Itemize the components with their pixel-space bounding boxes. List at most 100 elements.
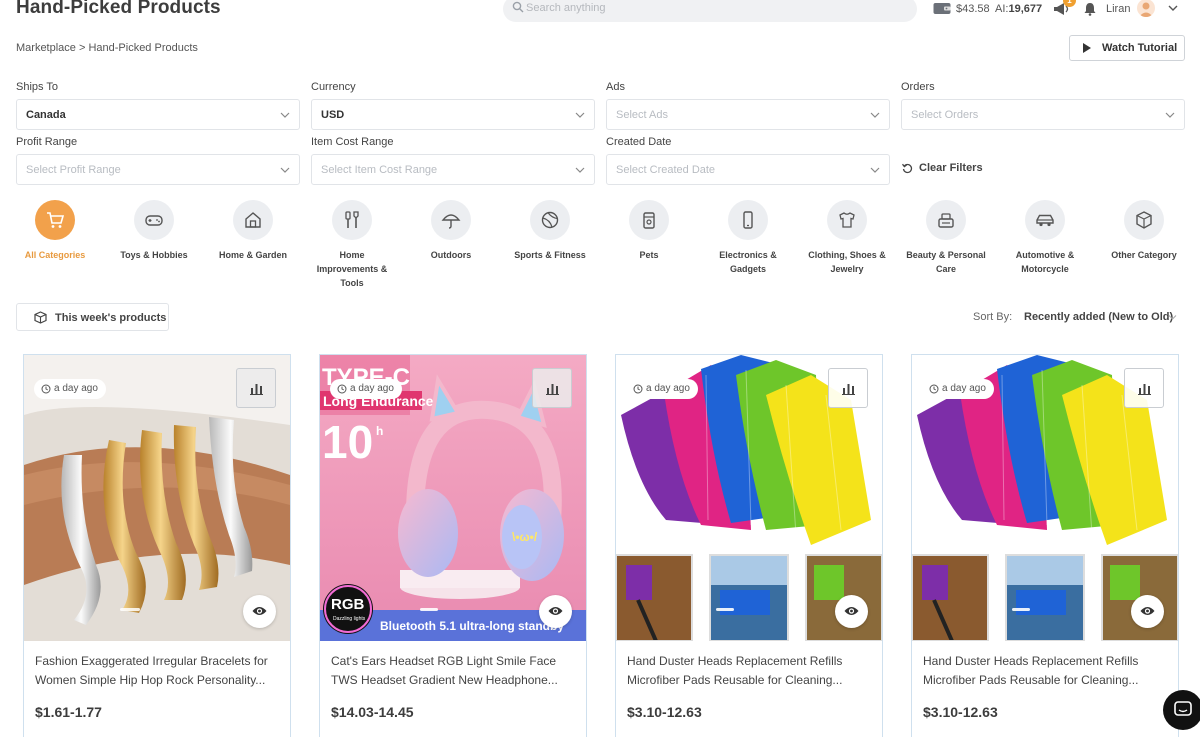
category-beauty-personal-care[interactable]: Beauty & Personal Care	[901, 200, 991, 276]
tools-icon	[345, 211, 359, 228]
time-label: a day ago	[350, 383, 394, 394]
stats-button[interactable]	[236, 368, 276, 408]
category-home-garden[interactable]: Home & Garden	[208, 200, 298, 262]
wallet-balance: $43.58	[956, 3, 990, 15]
avatar[interactable]	[1137, 0, 1155, 17]
play-icon	[1083, 43, 1091, 53]
category-label: Toys & Hobbies	[120, 250, 188, 260]
profit-range-select[interactable]: Select Profit Range	[16, 154, 300, 185]
product-title[interactable]: Hand Duster Heads Replacement Refills Mi…	[627, 652, 877, 690]
search-input[interactable]: Search anything	[503, 0, 917, 22]
product-title[interactable]: Cat's Ears Headset RGB Light Smile Face …	[331, 652, 581, 690]
bar-chart-icon	[250, 384, 263, 395]
category-toys-hobbies[interactable]: Toys & Hobbies	[109, 200, 199, 262]
time-badge: a day ago	[626, 379, 698, 399]
profit-range-placeholder: Select Profit Range	[26, 164, 121, 176]
this-weeks-products-button[interactable]: This week's products	[16, 303, 169, 331]
item-cost-range-label: Item Cost Range	[311, 136, 394, 148]
cart-icon	[47, 212, 65, 228]
watch-tutorial-label: Watch Tutorial	[1102, 42, 1178, 54]
time-badge: a day ago	[34, 379, 106, 399]
category-label: Clothing, Shoes & Jewelry	[808, 250, 886, 274]
chevron-down-icon	[870, 167, 880, 173]
view-button[interactable]	[243, 595, 276, 628]
ai-label: AI:	[995, 3, 1009, 15]
view-button[interactable]	[1131, 595, 1164, 628]
chat-button[interactable]	[1163, 690, 1200, 730]
top-header: Hand-Picked Products Search anything $43…	[0, 0, 1200, 22]
product-title[interactable]: Hand Duster Heads Replacement Refills Mi…	[923, 652, 1173, 690]
product-card[interactable]: a day ago Hand Duster Heads Replacement …	[615, 354, 883, 737]
created-date-label: Created Date	[606, 136, 672, 148]
category-pets[interactable]: Pets	[604, 200, 694, 262]
category-all[interactable]: All Categories	[10, 200, 100, 262]
wallet-icon[interactable]	[933, 2, 951, 15]
shirt-icon	[839, 212, 855, 228]
product-card[interactable]: a day ago Fashion Exaggerated Irregular …	[23, 354, 291, 737]
ads-select[interactable]: Select Ads	[606, 99, 890, 130]
username[interactable]: Liran	[1106, 3, 1130, 15]
product-card[interactable]: TYPE-C Long Endurance 10 h \•ω•/ RGB Daz…	[319, 354, 587, 737]
bar-chart-icon	[842, 384, 855, 395]
ai-credits: AI:19,677	[995, 3, 1042, 15]
product-card[interactable]: a day ago Hand Duster Heads Replacement …	[911, 354, 1179, 737]
orders-select[interactable]: Select Orders	[901, 99, 1185, 130]
product-title[interactable]: Fashion Exaggerated Irregular Bracelets …	[35, 652, 285, 690]
category-clothing-shoes-jewelry[interactable]: Clothing, Shoes & Jewelry	[802, 200, 892, 276]
category-sports-fitness[interactable]: Sports & Fitness	[505, 200, 595, 262]
phone-icon	[743, 211, 753, 229]
item-cost-range-placeholder: Select Item Cost Range	[321, 164, 438, 176]
umbrella-icon	[441, 214, 461, 229]
category-label: Home & Garden	[218, 250, 287, 260]
orders-placeholder: Select Orders	[911, 109, 979, 121]
ships-to-select[interactable]: Canada	[16, 99, 300, 130]
bell-icon[interactable]	[1083, 2, 1097, 16]
ships-to-label: Ships To	[16, 81, 58, 93]
item-cost-range-select[interactable]: Select Item Cost Range	[311, 154, 595, 185]
this-weeks-products-label: This week's products	[55, 312, 167, 324]
time-label: a day ago	[942, 383, 986, 394]
currency-select[interactable]: USD	[311, 99, 595, 130]
ads-placeholder: Select Ads	[616, 109, 668, 121]
category-home-improvements-tools[interactable]: Home Improvements & Tools	[307, 200, 397, 290]
sort-label: Sort By:	[973, 311, 1013, 323]
box-icon	[1136, 211, 1152, 229]
chat-icon	[1174, 701, 1192, 716]
sort-select[interactable]: Recently added (New to Old)	[1024, 311, 1173, 323]
pet-food-icon	[643, 212, 655, 229]
time-badge: a day ago	[330, 379, 402, 399]
ai-credits-value: 19,677	[1008, 3, 1043, 15]
time-label: a day ago	[646, 383, 690, 394]
view-button[interactable]	[835, 595, 868, 628]
category-outdoors[interactable]: Outdoors	[406, 200, 496, 262]
profit-range-label: Profit Range	[16, 136, 78, 148]
clear-filters-label: Clear Filters	[919, 162, 983, 174]
orders-label: Orders	[901, 81, 935, 93]
chevron-down-icon[interactable]	[1168, 4, 1178, 12]
svg-text:\•ω•/: \•ω•/	[512, 530, 538, 544]
clock-icon	[41, 384, 51, 394]
category-automotive-motorcycle[interactable]: Automotive & Motorcycle	[1000, 200, 1090, 276]
category-label: Electronics & Gadgets	[719, 250, 777, 274]
ads-label: Ads	[606, 81, 625, 93]
time-label: a day ago	[54, 383, 98, 394]
category-label: Sports & Fitness	[514, 250, 586, 260]
image-text-dazzling: Dazzling lights	[333, 616, 366, 622]
stats-button[interactable]	[828, 368, 868, 408]
breadcrumb[interactable]: Marketplace > Hand-Picked Products	[16, 42, 198, 54]
currency-label: Currency	[311, 81, 356, 93]
stats-button[interactable]	[532, 368, 572, 408]
chevron-down-icon[interactable]	[1168, 314, 1177, 321]
created-date-select[interactable]: Select Created Date	[606, 154, 890, 185]
category-label: Pets	[639, 250, 659, 260]
eye-icon	[844, 607, 859, 615]
chevron-down-icon	[280, 112, 290, 118]
view-button[interactable]	[539, 595, 572, 628]
category-other[interactable]: Other Category	[1099, 200, 1189, 262]
image-text-rgb: RGB	[331, 596, 365, 613]
stats-button[interactable]	[1124, 368, 1164, 408]
watch-tutorial-button[interactable]: Watch Tutorial	[1069, 35, 1185, 61]
ships-to-value: Canada	[26, 109, 66, 121]
product-price: $3.10-12.63	[627, 704, 702, 720]
category-electronics-gadgets[interactable]: Electronics & Gadgets	[703, 200, 793, 276]
